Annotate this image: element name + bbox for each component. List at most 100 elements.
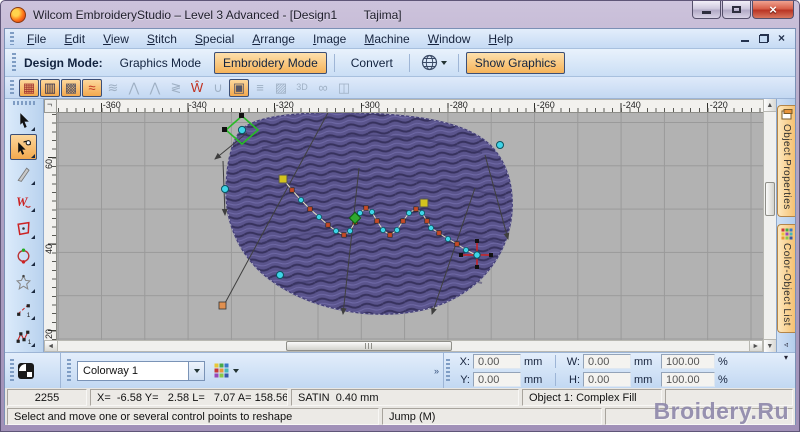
e-stitch-icon[interactable]: ≋: [103, 79, 123, 97]
satin-stitch-icon[interactable]: ▥: [40, 78, 60, 97]
reshape-node[interactable]: [325, 222, 331, 228]
tab-object-properties[interactable]: Object Properties: [777, 105, 795, 217]
scale-h-field[interactable]: 100.00: [661, 372, 715, 387]
motif-run-icon[interactable]: Ŵ: [187, 79, 207, 97]
menubar-grip[interactable]: [10, 31, 14, 46]
reshape-node[interactable]: [400, 218, 406, 224]
reshape-node[interactable]: [346, 228, 353, 235]
tatami-fill-icon[interactable]: ▩: [61, 78, 81, 97]
menu-special[interactable]: Special: [186, 30, 243, 48]
thread-colors-dropdown-arrow[interactable]: [233, 368, 239, 373]
reshape-node[interactable]: [454, 241, 460, 247]
zigzag-stitch-icon[interactable]: ≈: [82, 78, 102, 97]
horizontal-scrollbar[interactable]: ◄ ►: [43, 340, 763, 352]
colorway-grip[interactable]: [67, 358, 71, 383]
menu-edit[interactable]: Edit: [55, 30, 94, 48]
reshape-node[interactable]: [332, 228, 339, 235]
ruler-origin-box[interactable]: [43, 99, 57, 113]
reshape-node[interactable]: [405, 210, 412, 217]
reshape-node[interactable]: [393, 227, 400, 234]
circle-tool[interactable]: [10, 242, 37, 268]
mdi-minimize-icon[interactable]: [740, 34, 750, 43]
reshape-node[interactable]: [413, 206, 419, 212]
reshape-node[interactable]: [363, 205, 369, 211]
outline-stitch-icon[interactable]: ▦: [19, 78, 39, 97]
reshape-node[interactable]: [462, 246, 469, 253]
zigzag-fill-icon[interactable]: ≷: [166, 79, 186, 97]
menu-arrange[interactable]: Arrange: [243, 30, 304, 48]
reshape-node[interactable]: [387, 232, 393, 238]
scale-w-field[interactable]: 100.00: [661, 354, 715, 369]
modebar-grip[interactable]: [12, 53, 16, 72]
menu-view[interactable]: View: [94, 30, 138, 48]
menu-machine[interactable]: Machine: [355, 30, 418, 48]
menu-help[interactable]: Help: [479, 30, 522, 48]
tab-color-object-list[interactable]: Color-Object List: [777, 223, 795, 333]
h-field[interactable]: 0.00: [583, 372, 631, 387]
lettering-tool[interactable]: W: [10, 188, 37, 214]
colorway-dropdown-button[interactable]: [188, 361, 204, 380]
star-tool[interactable]: [10, 269, 37, 295]
reshape-node[interactable]: [289, 187, 295, 193]
globe-dropdown-arrow[interactable]: [440, 60, 447, 65]
close-button[interactable]: ×: [752, 1, 794, 19]
menu-file[interactable]: File: [18, 30, 55, 48]
hoop-globe-button[interactable]: [417, 52, 451, 73]
reshape-node[interactable]: [436, 230, 442, 236]
convert-button[interactable]: Convert: [342, 52, 402, 74]
glasses-icon[interactable]: ∞: [313, 79, 333, 97]
menu-image[interactable]: Image: [304, 30, 355, 48]
reshape-node[interactable]: [368, 209, 375, 216]
colorway-toolbar-grip[interactable]: [10, 358, 14, 383]
angle-handle-node[interactable]: [218, 301, 227, 310]
reshape-node[interactable]: [341, 232, 347, 238]
vscroll-track[interactable]: [764, 112, 776, 339]
scroll-left-icon[interactable]: ◄: [44, 341, 58, 351]
reshape-node[interactable]: [297, 197, 304, 204]
reshape-node[interactable]: [418, 210, 425, 217]
mdi-close-icon[interactable]: ×: [778, 32, 785, 44]
minimize-button[interactable]: [692, 1, 721, 19]
design-canvas[interactable]: [56, 108, 763, 340]
fancy-fill-icon[interactable]: ▣: [229, 78, 249, 97]
reshape-node[interactable]: [444, 236, 451, 243]
mdi-restore-icon[interactable]: [758, 34, 769, 43]
maximize-button[interactable]: [722, 1, 751, 19]
menu-stitch[interactable]: Stitch: [138, 30, 186, 48]
reshape-node[interactable]: [427, 225, 434, 232]
reshape-node[interactable]: [315, 214, 322, 221]
gradient-fill-icon[interactable]: ▨: [271, 79, 291, 97]
hscroll-track[interactable]: [58, 341, 749, 351]
embroidery-mode-button[interactable]: Embroidery Mode: [214, 51, 327, 74]
panel-prev-icon[interactable]: ◃: [784, 340, 788, 349]
hscroll-thumb[interactable]: [285, 341, 452, 351]
triple-run-tool[interactable]: 1: [10, 323, 37, 349]
trapunto-icon[interactable]: ◫: [334, 79, 354, 97]
run-stitch-tool[interactable]: 1: [10, 296, 37, 322]
complex-fill-tool[interactable]: [10, 215, 37, 241]
menu-window[interactable]: Window: [419, 30, 480, 48]
select-tool[interactable]: [10, 107, 37, 133]
reshape-tool[interactable]: [10, 134, 38, 160]
scroll-right-icon[interactable]: ►: [748, 341, 762, 351]
reshape-node[interactable]: [379, 227, 386, 234]
w-field[interactable]: 0.00: [583, 354, 631, 369]
knife-tool[interactable]: [10, 161, 37, 187]
scroll-up-icon[interactable]: ▲: [763, 99, 776, 112]
toolbox-grip[interactable]: [12, 101, 36, 105]
xy-toolbar-grip[interactable]: [446, 358, 450, 383]
triangle-stitch-icon[interactable]: ⋀: [124, 79, 144, 97]
3d-effect-icon[interactable]: 3D: [292, 79, 312, 97]
show-graphics-button[interactable]: Show Graphics: [465, 51, 566, 74]
triangle-fill-icon[interactable]: ⋀: [145, 79, 165, 97]
vertical-scrollbar[interactable]: ▲ ▼: [762, 99, 776, 352]
reshape-node[interactable]: [424, 218, 430, 224]
thread-colors-button[interactable]: [211, 361, 242, 380]
colorway-editor-icon[interactable]: [17, 362, 35, 380]
scroll-down-icon[interactable]: ▼: [763, 339, 776, 352]
x-field[interactable]: 0.00: [473, 354, 521, 369]
reshape-node[interactable]: [374, 218, 380, 224]
toolbar-overflow-chevron[interactable]: »: [434, 366, 443, 376]
y-field[interactable]: 0.00: [473, 372, 521, 387]
iconbar-grip[interactable]: [10, 80, 14, 95]
